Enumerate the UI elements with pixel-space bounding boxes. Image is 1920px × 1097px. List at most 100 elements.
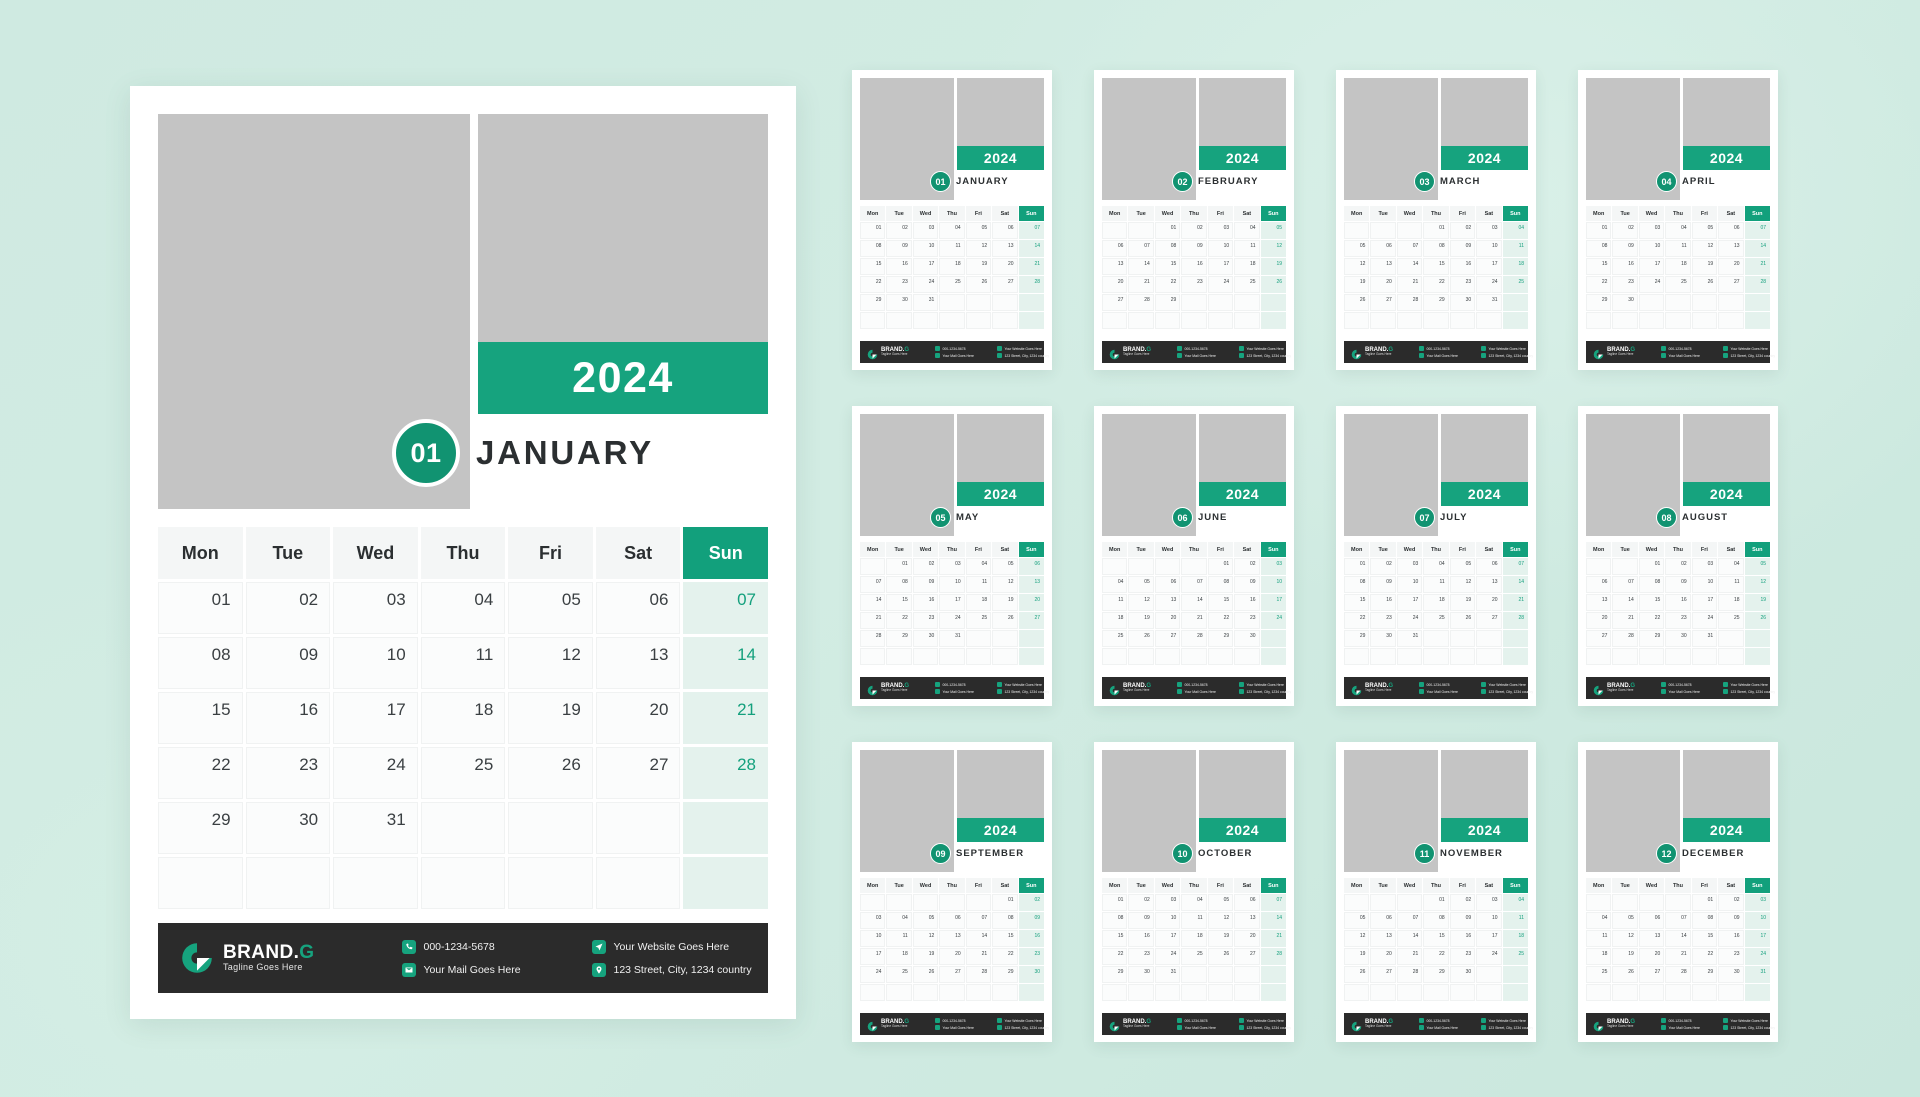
- day-cell[interactable]: 22: [1638, 612, 1665, 629]
- day-cell[interactable]: 26: [1449, 612, 1476, 629]
- day-cell[interactable]: 31: [1154, 966, 1181, 983]
- day-cell[interactable]: 03: [333, 582, 418, 634]
- day-cell[interactable]: 06: [1154, 576, 1181, 593]
- day-cell[interactable]: 12: [1691, 240, 1718, 257]
- day-cell[interactable]: 30: [245, 802, 331, 854]
- day-cell[interactable]: 18: [1586, 948, 1612, 965]
- day-cell[interactable]: 01: [1691, 894, 1718, 911]
- day-cell[interactable]: 14: [1396, 258, 1423, 275]
- day-cell[interactable]: 02: [886, 222, 912, 239]
- month-thumbnail-october[interactable]: 2024 10 OCTOBER Mon Tue Wed Thu Fri Sat Sun 01 02 03…: [1094, 742, 1294, 1042]
- day-cell[interactable]: 08: [860, 240, 886, 257]
- day-cell[interactable]: 17: [1744, 930, 1770, 947]
- day-cell[interactable]: 16: [886, 258, 912, 275]
- day-cell[interactable]: 12: [1260, 240, 1286, 257]
- day-cell[interactable]: 07: [1502, 558, 1528, 575]
- day-cell[interactable]: 29: [1154, 294, 1181, 311]
- day-cell[interactable]: 18: [1718, 594, 1744, 611]
- day-cell[interactable]: 18: [886, 948, 912, 965]
- day-cell[interactable]: 13: [1154, 594, 1181, 611]
- day-cell[interactable]: 21: [1128, 276, 1154, 293]
- day-cell[interactable]: 08: [1102, 912, 1128, 929]
- day-cell[interactable]: 31: [912, 294, 939, 311]
- day-cell[interactable]: 29: [1102, 966, 1128, 983]
- day-cell[interactable]: 30: [1665, 630, 1691, 647]
- day-cell[interactable]: 10: [1154, 912, 1181, 929]
- day-cell[interactable]: 04: [1234, 222, 1260, 239]
- day-cell[interactable]: 19: [508, 692, 593, 744]
- day-cell[interactable]: 27: [1234, 948, 1260, 965]
- day-cell[interactable]: 19: [1260, 258, 1286, 275]
- day-cell[interactable]: 22: [1691, 948, 1718, 965]
- day-cell[interactable]: 06: [1586, 576, 1612, 593]
- day-cell[interactable]: 02: [1128, 894, 1154, 911]
- day-cell[interactable]: 15: [1638, 594, 1665, 611]
- day-cell[interactable]: 07: [1396, 912, 1423, 929]
- day-cell[interactable]: 26: [992, 612, 1018, 629]
- day-cell[interactable]: 05: [965, 222, 992, 239]
- day-cell[interactable]: 13: [1370, 930, 1396, 947]
- day-cell[interactable]: 14: [1396, 930, 1423, 947]
- day-cell[interactable]: 29: [1638, 630, 1665, 647]
- day-cell[interactable]: 19: [1207, 930, 1234, 947]
- day-cell[interactable]: 04: [1718, 558, 1744, 575]
- day-cell[interactable]: 27: [1018, 612, 1044, 629]
- day-cell[interactable]: 08: [158, 637, 243, 689]
- day-cell[interactable]: 17: [1476, 258, 1502, 275]
- day-cell[interactable]: 29: [1207, 630, 1234, 647]
- day-cell[interactable]: 09: [245, 637, 331, 689]
- day-cell[interactable]: 24: [1396, 612, 1423, 629]
- month-thumbnail-december[interactable]: 2024 12 DECEMBER Mon Tue Wed Thu Fri Sat Sun 01 02 0…: [1578, 742, 1778, 1042]
- day-cell[interactable]: 14: [1502, 576, 1528, 593]
- day-cell[interactable]: 25: [886, 966, 912, 983]
- day-cell[interactable]: 16: [1018, 930, 1044, 947]
- day-cell[interactable]: 16: [1449, 930, 1476, 947]
- day-cell[interactable]: 25: [1234, 276, 1260, 293]
- day-cell[interactable]: 10: [1476, 912, 1502, 929]
- day-cell[interactable]: 30: [1612, 294, 1638, 311]
- day-cell[interactable]: 24: [333, 747, 418, 799]
- day-cell[interactable]: 16: [912, 594, 939, 611]
- day-cell[interactable]: 23: [1234, 612, 1260, 629]
- day-cell[interactable]: 25: [1586, 966, 1612, 983]
- day-cell[interactable]: 18: [420, 692, 506, 744]
- day-cell[interactable]: 23: [245, 747, 331, 799]
- day-cell[interactable]: 05: [1744, 558, 1770, 575]
- day-cell[interactable]: 20: [992, 258, 1018, 275]
- day-cell[interactable]: 10: [333, 637, 418, 689]
- day-cell[interactable]: 09: [1128, 912, 1154, 929]
- day-cell[interactable]: 26: [965, 276, 992, 293]
- day-cell[interactable]: 15: [1586, 258, 1612, 275]
- day-cell[interactable]: 09: [1718, 912, 1744, 929]
- day-cell[interactable]: 07: [1260, 894, 1286, 911]
- day-cell[interactable]: 12: [1744, 576, 1770, 593]
- day-cell[interactable]: 08: [1423, 912, 1449, 929]
- day-cell[interactable]: 11: [1102, 594, 1128, 611]
- day-cell[interactable]: 18: [939, 258, 965, 275]
- day-cell[interactable]: 04: [420, 582, 506, 634]
- day-cell[interactable]: 18: [1181, 930, 1207, 947]
- day-cell[interactable]: 18: [1423, 594, 1449, 611]
- day-cell[interactable]: 21: [1018, 258, 1044, 275]
- day-cell[interactable]: 05: [1207, 894, 1234, 911]
- day-cell[interactable]: 18: [965, 594, 992, 611]
- day-cell[interactable]: 22: [1423, 948, 1449, 965]
- day-cell[interactable]: 20: [1234, 930, 1260, 947]
- day-cell[interactable]: 29: [860, 294, 886, 311]
- day-cell[interactable]: 10: [1207, 240, 1234, 257]
- day-cell[interactable]: 28: [683, 747, 768, 799]
- day-cell[interactable]: 05: [992, 558, 1018, 575]
- day-cell[interactable]: 12: [1449, 576, 1476, 593]
- day-cell[interactable]: 13: [1018, 576, 1044, 593]
- day-cell[interactable]: 24: [1691, 612, 1718, 629]
- day-cell[interactable]: 13: [992, 240, 1018, 257]
- day-cell[interactable]: 05: [1344, 912, 1370, 929]
- day-cell[interactable]: 11: [1718, 576, 1744, 593]
- day-cell[interactable]: 19: [1691, 258, 1718, 275]
- day-cell[interactable]: 06: [992, 222, 1018, 239]
- day-cell[interactable]: 28: [1665, 966, 1691, 983]
- day-cell[interactable]: 19: [1612, 948, 1638, 965]
- day-cell[interactable]: 30: [886, 294, 912, 311]
- day-cell[interactable]: 21: [860, 612, 886, 629]
- day-cell[interactable]: 03: [1638, 222, 1665, 239]
